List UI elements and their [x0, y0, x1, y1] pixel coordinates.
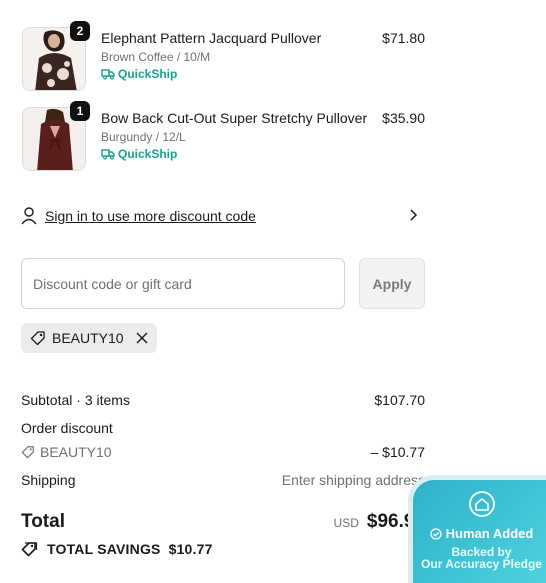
subtotal-label: Subtotal · 3 items — [21, 392, 130, 408]
quickship-label: QuickShip — [118, 67, 178, 81]
total-row: Total USD $96.93 — [21, 511, 425, 533]
shield-home-icon — [469, 491, 495, 517]
item-price: $71.80 — [382, 30, 425, 46]
truck-icon — [101, 149, 115, 160]
savings-value: $10.77 — [168, 541, 213, 557]
tag-icon — [21, 446, 34, 459]
discount-code-label: BEAUTY10 — [40, 444, 112, 460]
item-name[interactable]: Elephant Pattern Jacquard Pullover — [101, 29, 371, 47]
cart-line-item: 2 Elephant Pattern Jacquard Pullover Bro… — [21, 21, 425, 93]
discount-code-detail: BEAUTY10 — [21, 443, 112, 461]
subtotal-value: $107.70 — [374, 392, 425, 408]
shipping-label: Shipping — [21, 472, 76, 488]
quickship-tag: QuickShip — [101, 146, 371, 162]
applied-code-label: BEAUTY10 — [52, 330, 124, 346]
order-discount-label: Order discount — [21, 420, 113, 436]
check-circle-icon — [430, 527, 442, 540]
chevron-right-icon[interactable] — [409, 208, 419, 222]
discount-detail-row: BEAUTY10 – $10.77 — [21, 443, 425, 461]
subtotal-row: Subtotal · 3 items $107.70 — [21, 391, 425, 409]
total-savings: TOTAL SAVINGS $10.77 — [21, 541, 213, 557]
signin-discount-link[interactable]: Sign in to use more discount code — [21, 204, 425, 228]
apply-discount-button[interactable]: Apply — [359, 258, 425, 309]
close-icon — [136, 332, 148, 344]
discount-code-input[interactable] — [21, 258, 345, 309]
total-label: Total — [21, 511, 65, 532]
item-variant: Burgundy / 12/L — [101, 130, 186, 144]
accuracy-pledge-badge[interactable]: Human Added Backed by Our Accuracy Pledg… — [408, 475, 546, 583]
quickship-tag: QuickShip — [101, 66, 371, 82]
item-info: Bow Back Cut-Out Super Stretchy Pullover… — [101, 109, 371, 162]
quantity-badge: 1 — [70, 101, 90, 121]
shipping-row: Shipping Enter shipping address — [21, 471, 425, 489]
order-discount-row: Order discount — [21, 419, 425, 437]
quickship-label: QuickShip — [118, 147, 178, 161]
user-icon — [21, 207, 37, 225]
item-info: Elephant Pattern Jacquard Pullover Brown… — [101, 29, 371, 82]
pledge-title: Human Added — [413, 526, 546, 541]
quantity-badge: 2 — [70, 21, 90, 41]
pledge-title-text: Human Added — [445, 526, 534, 541]
shipping-value: Enter shipping address — [281, 472, 425, 488]
remove-discount-button[interactable] — [136, 332, 148, 344]
truck-icon — [101, 69, 115, 80]
savings-label: TOTAL SAVINGS — [47, 541, 161, 557]
item-price: $35.90 — [382, 110, 425, 126]
cart-line-item: 1 Bow Back Cut-Out Super Stretchy Pullov… — [21, 101, 425, 173]
currency-code: USD — [333, 516, 359, 530]
item-variant: Brown Coffee / 10/M — [101, 50, 211, 64]
savings-tag-icon — [21, 542, 38, 557]
signin-label[interactable]: Sign in to use more discount code — [45, 208, 256, 224]
pledge-line-2: Our Accuracy Pledge — [421, 557, 542, 571]
pledge-subtitle: Backed by Our Accuracy Pledge — [413, 546, 546, 570]
discount-value: – $10.77 — [370, 444, 426, 460]
applied-discount-chip: BEAUTY10 — [21, 323, 157, 353]
item-name[interactable]: Bow Back Cut-Out Super Stretchy Pullover — [101, 109, 371, 127]
tag-icon — [30, 331, 45, 346]
